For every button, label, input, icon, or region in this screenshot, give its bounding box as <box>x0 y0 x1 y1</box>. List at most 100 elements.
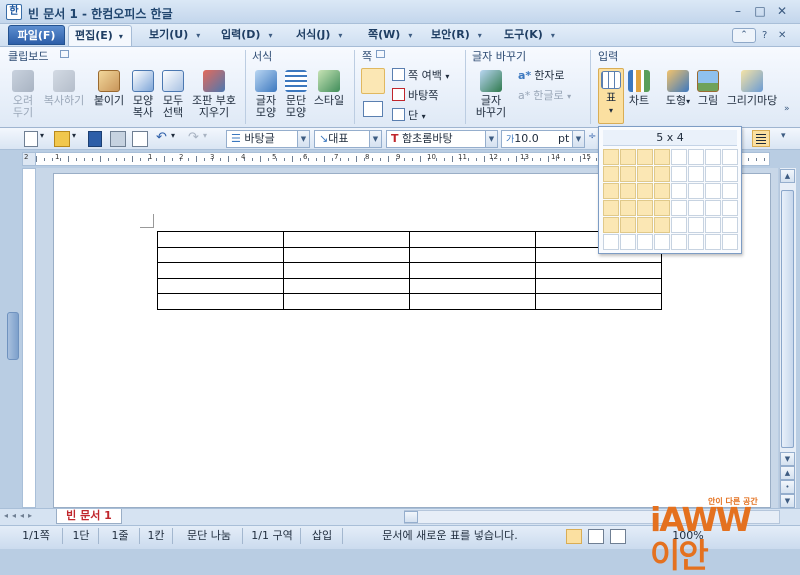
table-size-cell[interactable] <box>705 166 721 182</box>
chevron-down-icon[interactable]: ▾ <box>171 131 175 147</box>
picture-button[interactable]: 그림 <box>694 70 722 107</box>
table-size-cell[interactable] <box>722 166 738 182</box>
char-shape-button[interactable]: 글자 모양 <box>252 70 280 119</box>
undo-icon[interactable]: ↶ <box>156 131 167 147</box>
close-button[interactable]: ✕ <box>771 4 793 20</box>
table-size-cell[interactable] <box>722 200 738 216</box>
copy-button[interactable]: 복사하기 <box>40 70 88 107</box>
format-painter-button[interactable]: 모양 복사 <box>128 70 158 119</box>
menu-insert[interactable]: 입력(D) ▾ <box>217 26 276 44</box>
table-size-cell[interactable] <box>620 183 636 199</box>
menu-security[interactable]: 보안(R) ▾ <box>427 26 486 44</box>
menu-view[interactable]: 보기(U) ▾ <box>145 26 204 44</box>
table-size-cell[interactable] <box>688 183 704 199</box>
chevron-down-icon[interactable]: ▾ <box>40 131 44 147</box>
ribbon-close-icon[interactable]: ✕ <box>778 30 786 41</box>
para-shape-button[interactable]: 문단 모양 <box>282 70 310 119</box>
prev-page-button[interactable]: ▲ <box>780 466 795 480</box>
table-size-cell[interactable] <box>722 183 738 199</box>
table-size-cell[interactable] <box>654 234 670 250</box>
toolbar-more-icon[interactable]: ▾ <box>781 131 786 147</box>
table-cell[interactable] <box>283 262 410 279</box>
columns-button[interactable]: 단 ▾ <box>392 107 426 125</box>
table-cell[interactable] <box>535 262 662 279</box>
chevron-down-icon[interactable]: ▼ <box>572 131 584 147</box>
table-cell[interactable] <box>535 277 662 294</box>
table-size-cell[interactable] <box>654 217 670 233</box>
table-size-cell[interactable] <box>620 217 636 233</box>
scroll-thumb[interactable] <box>781 190 794 448</box>
table-size-cell[interactable] <box>637 149 653 165</box>
chevron-down-icon[interactable]: ▼ <box>369 131 381 147</box>
help-button[interactable]: ? <box>762 30 767 41</box>
table-size-cell[interactable] <box>603 200 619 216</box>
table-size-picker[interactable]: 5 x 4 <box>598 126 742 254</box>
status-mode[interactable]: 삽입 <box>304 528 340 544</box>
page-margin-button[interactable]: 쪽 여백 ▾ <box>392 67 449 85</box>
page-panel-icon[interactable] <box>376 50 385 58</box>
table-button[interactable]: 표 ▾ <box>598 68 624 124</box>
menu-file[interactable]: 파일(F) <box>8 25 65 45</box>
drawing-gallery-button[interactable]: 그리기마당 <box>723 70 781 107</box>
table-size-cell[interactable] <box>705 234 721 250</box>
table-size-cell[interactable] <box>671 200 687 216</box>
style-button[interactable]: 스타일 <box>312 70 346 107</box>
chevron-down-icon[interactable]: ▼ <box>297 131 309 147</box>
table-cell[interactable] <box>409 262 536 279</box>
table-size-grid[interactable] <box>603 149 738 250</box>
tab-document-1[interactable]: 빈 문서 1 <box>56 509 122 524</box>
table-cell[interactable] <box>409 293 536 310</box>
table-size-cell[interactable] <box>705 183 721 199</box>
table-size-cell[interactable] <box>705 217 721 233</box>
table-cell[interactable] <box>535 293 662 310</box>
chart-button[interactable]: 차트 <box>626 70 652 107</box>
master-page-button[interactable]: 바탕쪽 <box>392 87 438 105</box>
table-size-cell[interactable] <box>654 166 670 182</box>
open-folder-icon[interactable] <box>54 131 70 147</box>
app-icon[interactable]: 한 <box>6 4 22 20</box>
table-cell[interactable] <box>157 293 284 310</box>
table-cell[interactable] <box>157 231 284 248</box>
chevron-down-icon[interactable]: ▼ <box>485 131 497 147</box>
table-size-cell[interactable] <box>671 234 687 250</box>
menu-edit[interactable]: 편집(E) ▾ <box>68 25 132 47</box>
table-size-cell[interactable] <box>654 200 670 216</box>
new-doc-icon[interactable] <box>24 131 38 147</box>
table-cell[interactable] <box>283 293 410 310</box>
table-size-cell[interactable] <box>603 234 619 250</box>
style-combo[interactable]: ☰ 바탕글 ▼ <box>226 130 310 148</box>
table-cell[interactable] <box>409 277 536 294</box>
clear-codes-button[interactable]: 조판 부호 지우기 <box>188 70 240 119</box>
tab-nav-arrows[interactable]: ◂◂◂▸ <box>4 511 36 520</box>
menu-tools[interactable]: 도구(K) ▾ <box>500 26 559 44</box>
table-size-cell[interactable] <box>637 217 653 233</box>
table-size-cell[interactable] <box>722 149 738 165</box>
chevron-down-icon[interactable]: ▾ <box>72 131 76 147</box>
table-size-cell[interactable] <box>671 217 687 233</box>
spin-icon[interactable]: ÷ <box>588 131 598 147</box>
menu-format[interactable]: 서식(J) ▾ <box>292 26 346 44</box>
print-preview-icon[interactable] <box>132 131 148 147</box>
next-page-button[interactable]: ▼ <box>780 494 795 508</box>
scroll-down-button[interactable]: ▼ <box>780 452 795 466</box>
table-size-cell[interactable] <box>620 200 636 216</box>
shape-button[interactable]: 도형▾ <box>664 70 692 108</box>
redo-icon[interactable]: ↷ <box>188 131 199 147</box>
table-cell[interactable] <box>409 246 536 263</box>
table-size-cell[interactable] <box>637 183 653 199</box>
table-size-cell[interactable] <box>603 149 619 165</box>
table-cell[interactable] <box>157 246 284 263</box>
font-size-combo[interactable]: 가10.0 pt ▼ <box>501 130 585 148</box>
side-panel-toggle[interactable] <box>7 312 19 360</box>
to-hangul-button[interactable]: a* 한글로 ▾ <box>518 87 571 105</box>
menu-page[interactable]: 쪽(W) ▾ <box>364 26 416 44</box>
table-size-cell[interactable] <box>620 149 636 165</box>
table-cell[interactable] <box>409 231 536 248</box>
to-hanja-button[interactable]: a* 한자로 <box>518 67 565 85</box>
print-icon[interactable] <box>110 131 126 147</box>
table-cell[interactable] <box>283 246 410 263</box>
table-size-cell[interactable] <box>671 149 687 165</box>
table-size-cell[interactable] <box>637 234 653 250</box>
table-size-cell[interactable] <box>637 200 653 216</box>
status-page[interactable]: 1/1쪽 <box>14 528 58 544</box>
